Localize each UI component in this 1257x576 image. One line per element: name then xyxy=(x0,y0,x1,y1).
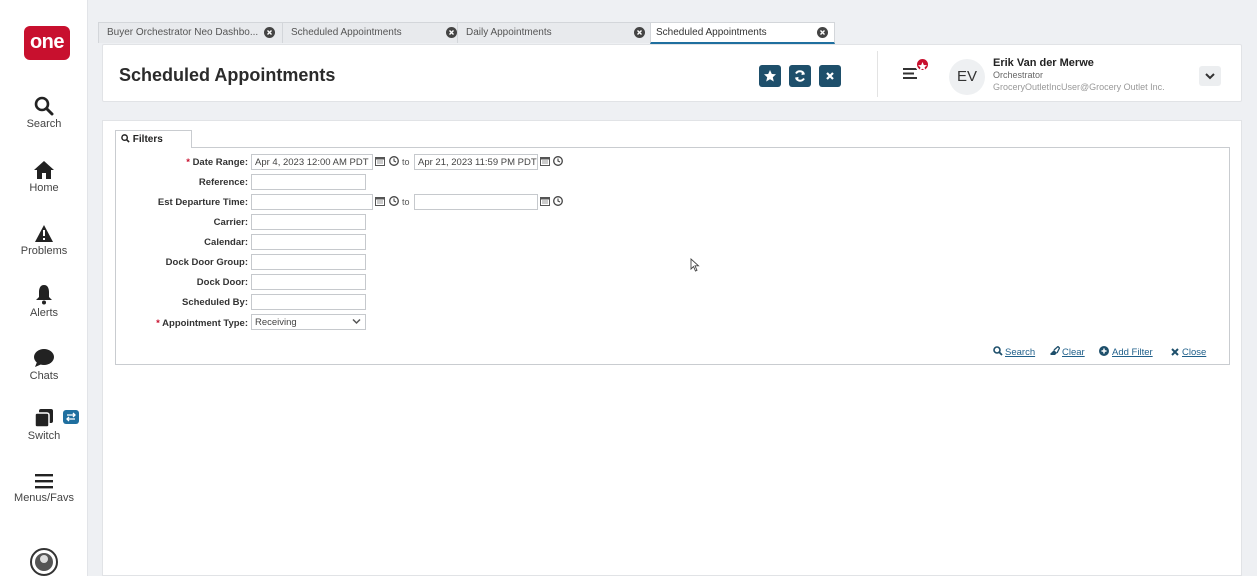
sidebar: one Search Home Problems Alerts Chats Sw… xyxy=(0,0,88,576)
notification-badge-icon[interactable] xyxy=(915,57,930,72)
date-range-from-field[interactable]: Apr 4, 2023 12:00 AM PDT xyxy=(251,154,373,170)
bell-icon xyxy=(36,285,52,305)
close-tab-icon[interactable] xyxy=(817,27,828,38)
appointment-type-label: * Appointment Type: xyxy=(156,318,248,329)
warning-icon xyxy=(35,225,53,242)
reference-label: Reference: xyxy=(198,177,248,188)
scheduled-by-label: Scheduled By: xyxy=(182,297,248,308)
page-title: Scheduled Appointments xyxy=(119,65,336,85)
sidebar-item-home[interactable]: Home xyxy=(0,160,88,194)
tab-label: Scheduled Appointments xyxy=(291,27,402,38)
sidebar-item-label: Menus/Favs xyxy=(14,492,74,504)
date-range-to-field[interactable]: Apr 21, 2023 11:59 PM PDT xyxy=(414,154,538,170)
calendar-icon[interactable] xyxy=(540,196,550,206)
dock-door-label: Dock Door: xyxy=(196,277,248,288)
carrier-field[interactable] xyxy=(251,214,366,230)
page-header: Scheduled Appointments EV Erik Van der M… xyxy=(102,44,1242,102)
filters-tab-label: Filters xyxy=(132,134,163,145)
sidebar-item-alerts[interactable]: Alerts xyxy=(0,284,88,319)
est-departure-from-field[interactable] xyxy=(251,194,373,210)
dock-door-group-label: Dock Door Group: xyxy=(165,257,248,268)
sidebar-item-label: Problems xyxy=(20,245,68,257)
app-logo[interactable]: one xyxy=(24,26,70,60)
clear-link[interactable]: Clear xyxy=(1062,347,1085,358)
appointment-type-select[interactable]: Receiving xyxy=(251,314,366,330)
close-tab-icon[interactable] xyxy=(446,27,457,38)
user-email: GroceryOutletIncUser@Grocery Outlet Inc. xyxy=(993,82,1165,92)
clock-icon[interactable] xyxy=(553,196,563,206)
tab-scheduled-appointments[interactable]: Scheduled Appointments xyxy=(282,22,459,43)
close-icon xyxy=(826,72,834,80)
chat-icon xyxy=(34,349,54,367)
add-filter-link[interactable]: Add Filter xyxy=(1112,347,1153,358)
range-to-text: to xyxy=(402,157,410,167)
sidebar-item-switch[interactable]: Switch xyxy=(0,408,88,442)
sidebar-item-label: Chats xyxy=(29,370,59,382)
calendar-label: Calendar: xyxy=(204,237,248,248)
mouse-cursor-icon xyxy=(690,258,700,272)
switch-icon xyxy=(34,409,53,428)
sidebar-item-label: Home xyxy=(29,182,59,194)
calendar-field[interactable] xyxy=(251,234,366,250)
home-icon xyxy=(34,161,54,179)
globe-avatar-icon xyxy=(30,548,58,576)
tab-label: Buyer Orchestrator Neo Dashbo... xyxy=(107,27,259,38)
search-icon xyxy=(993,346,1003,356)
sidebar-item-label: Switch xyxy=(27,430,61,442)
sidebar-item-problems[interactable]: Problems xyxy=(0,224,88,257)
tab-buyer-orchestrator[interactable]: Buyer Orchestrator Neo Dashbo... xyxy=(98,22,284,43)
close-page-button[interactable] xyxy=(819,65,841,87)
header-divider xyxy=(877,51,878,97)
refresh-icon xyxy=(795,70,805,82)
tab-label: Scheduled Appointments xyxy=(656,27,767,38)
favorite-button[interactable] xyxy=(759,65,781,87)
sidebar-item-search[interactable]: Search xyxy=(0,96,88,130)
chevron-down-icon xyxy=(1205,73,1215,80)
calendar-icon[interactable] xyxy=(375,196,385,206)
search-link[interactable]: Search xyxy=(1005,347,1035,358)
close-tab-icon[interactable] xyxy=(264,27,275,38)
tab-scheduled-appointments-active[interactable]: Scheduled Appointments xyxy=(650,22,835,44)
dock-door-group-field[interactable] xyxy=(251,254,366,270)
user-role: Orchestrator xyxy=(993,70,1044,80)
calendar-icon[interactable] xyxy=(375,156,385,166)
close-filters-link[interactable]: Close xyxy=(1182,347,1206,358)
clock-icon[interactable] xyxy=(389,196,399,206)
search-icon xyxy=(34,96,54,116)
reference-field[interactable] xyxy=(251,174,366,190)
tab-daily-appointments[interactable]: Daily Appointments xyxy=(457,22,652,43)
calendar-icon[interactable] xyxy=(540,156,550,166)
search-icon xyxy=(121,134,130,143)
eraser-icon xyxy=(1050,346,1060,355)
sidebar-item-label: Search xyxy=(26,118,62,130)
date-range-label: * Date Range: xyxy=(186,157,248,168)
est-departure-to-field[interactable] xyxy=(414,194,538,210)
filters-tab[interactable]: Filters xyxy=(115,130,192,148)
user-menu-dropdown[interactable] xyxy=(1199,66,1221,86)
sidebar-item-profile[interactable] xyxy=(0,548,88,576)
sidebar-item-chats[interactable]: Chats xyxy=(0,348,88,382)
clock-icon[interactable] xyxy=(553,156,563,166)
carrier-label: Carrier: xyxy=(213,217,248,228)
star-icon xyxy=(764,70,776,82)
switch-badge-icon xyxy=(63,410,79,424)
scheduled-by-field[interactable] xyxy=(251,294,366,310)
header-menu-button[interactable] xyxy=(903,67,917,85)
tab-label: Daily Appointments xyxy=(466,27,552,38)
menu-list-icon xyxy=(903,68,917,79)
est-departure-label: Est Departure Time: xyxy=(157,197,248,208)
refresh-button[interactable] xyxy=(789,65,811,87)
close-icon xyxy=(1171,348,1179,356)
avatar[interactable]: EV xyxy=(949,59,985,95)
hamburger-menu-icon xyxy=(35,474,53,489)
sidebar-item-menus[interactable]: Menus/Favs xyxy=(0,472,88,504)
user-name: Erik Van der Merwe xyxy=(993,57,1094,69)
clock-icon[interactable] xyxy=(389,156,399,166)
plus-circle-icon xyxy=(1099,346,1109,356)
range-to-text: to xyxy=(402,197,410,207)
sidebar-item-label: Alerts xyxy=(29,307,59,319)
chevron-down-icon xyxy=(352,318,361,325)
close-tab-icon[interactable] xyxy=(634,27,645,38)
dock-door-field[interactable] xyxy=(251,274,366,290)
